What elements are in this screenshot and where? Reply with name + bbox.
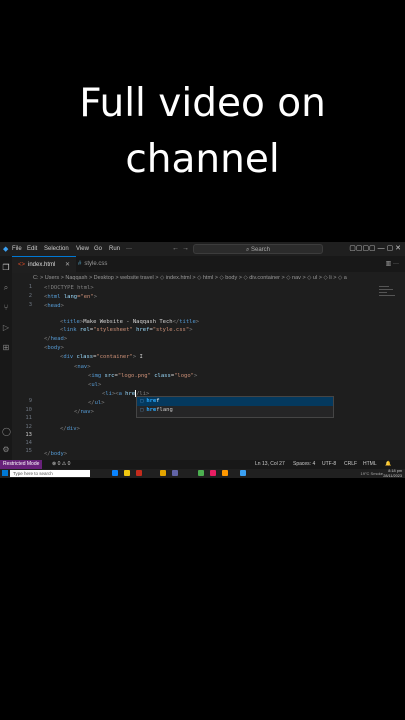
tab-label: style.css <box>84 261 108 267</box>
nav-forward-icon[interactable]: → <box>182 245 189 252</box>
code-line-nav-close: </nav> <box>74 409 94 415</box>
indentation[interactable]: Spaces: 4 <box>293 460 315 469</box>
line-number-current: 13 <box>25 432 32 438</box>
code-line-body-close: </body> <box>44 451 68 457</box>
code-line-nav: <nav> <box>74 364 91 370</box>
close-icon[interactable]: ✕ <box>65 262 70 268</box>
minimap[interactable] <box>379 284 397 304</box>
extensions-icon[interactable]: ⊞ <box>2 344 10 352</box>
vscode-logo-icon: ◆ <box>3 246 9 253</box>
app-icon[interactable] <box>222 470 228 476</box>
code-line-1: <!DOCTYPE html> <box>44 285 94 291</box>
restricted-mode-badge[interactable]: Restricted Mode <box>0 460 43 469</box>
window-controls[interactable]: ▢▢▢▢ — ▢ ✕ <box>349 244 401 252</box>
source-control-icon[interactable]: ⑂ <box>2 304 10 312</box>
html-file-icon: <> <box>18 262 26 268</box>
vscode-taskbar-icon[interactable] <box>240 470 246 476</box>
code-line-div: <div class="container"> I <box>60 354 143 360</box>
caption-line-2: channel <box>125 137 280 182</box>
line-number: 11 <box>25 415 32 421</box>
vscode-window: ◆ File Edit Selection View Go Run ··· ← … <box>0 242 405 478</box>
suggestion-hreflang[interactable]: ⬚ hreflang <box>137 406 333 415</box>
code-line-link: <link rel="stylesheet" href="style.css"> <box>60 327 193 333</box>
editor-tabs: <> index.html ✕ # style.css ▥ ··· <box>12 256 405 273</box>
line-number: 14 <box>25 440 32 446</box>
caption-line-1: Full video on <box>79 81 326 126</box>
run-debug-icon[interactable]: ▷ <box>2 324 10 332</box>
cursor-position[interactable]: Ln 13, Col 27 <box>255 460 285 469</box>
line-number: 1 <box>28 284 32 290</box>
tab-style-css[interactable]: # style.css <box>72 256 113 272</box>
windows-start-icon[interactable] <box>2 470 8 476</box>
encoding[interactable]: UTF-8 <box>322 460 336 469</box>
tab-index-html[interactable]: <> index.html ✕ <box>12 256 77 273</box>
menu-go[interactable]: Go <box>94 246 102 252</box>
tab-label: index.html <box>28 262 56 268</box>
menu-view[interactable]: View <box>76 246 89 252</box>
line-number: 12 <box>25 424 32 430</box>
app-icon[interactable] <box>210 470 216 476</box>
app-icon[interactable] <box>198 470 204 476</box>
editor-actions[interactable]: ▥ ··· <box>386 260 399 267</box>
language-mode[interactable]: HTML <box>363 460 377 469</box>
settings-gear-icon[interactable]: ⚙ <box>2 446 10 454</box>
account-icon[interactable]: ◯ <box>2 428 11 436</box>
css-file-icon: # <box>78 261 82 267</box>
status-bar: Restricted Mode ⊗ 0 ⚠ 0 Ln 13, Col 27 Sp… <box>0 460 405 469</box>
nav-back-icon[interactable]: ← <box>172 245 179 252</box>
code-line-3: <head> <box>44 303 64 309</box>
suggestion-href[interactable]: ⬚ href <box>137 397 333 406</box>
title-bar: ◆ File Edit Selection View Go Run ··· ← … <box>0 242 405 256</box>
weather-widget[interactable]: 19°C Smoke <box>361 469 384 478</box>
activity-bar: ❐ ⌕ ⑂ ▷ ⊞ ◯ ⚙ <box>0 256 12 460</box>
system-clock[interactable]: 8:18 pm 28/11/2023 <box>383 469 402 478</box>
line-number-gutter: 1 2 3 9 10 11 12 13 14 15 <box>12 284 34 460</box>
code-line-body: <body> <box>44 345 64 351</box>
taskbar-search-box[interactable]: Type here to search <box>10 470 90 477</box>
line-number: 15 <box>25 448 32 454</box>
code-line-img: <img src="logo.png" class="logo"> <box>88 373 198 379</box>
property-icon: ⬚ <box>140 398 144 404</box>
search-placeholder: Search <box>251 247 271 253</box>
line-number: 9 <box>28 398 32 404</box>
menu-selection[interactable]: Selection <box>44 246 69 252</box>
command-search-box[interactable]: ⌕ Search <box>193 244 323 254</box>
line-number: 10 <box>25 407 32 413</box>
code-line-ul-close: </ul> <box>88 400 105 406</box>
app-icon[interactable] <box>136 470 142 476</box>
line-ending[interactable]: CRLF <box>344 460 357 469</box>
code-line-head-close: </head> <box>44 336 68 342</box>
line-number: 2 <box>28 293 32 299</box>
menu-run[interactable]: Run <box>109 246 120 252</box>
code-line-2: <html lang="en"> <box>44 294 97 300</box>
windows-taskbar: Type here to search 19°C Smoke 8:18 pm 28… <box>0 469 405 478</box>
search-view-icon[interactable]: ⌕ <box>2 284 10 292</box>
property-icon: ⬚ <box>140 407 144 413</box>
bell-icon[interactable]: 🔔 <box>385 460 391 469</box>
menu-file[interactable]: File <box>12 246 22 252</box>
code-line-div-close: </div> <box>60 426 80 432</box>
edge-app-icon[interactable] <box>112 470 118 476</box>
explorer-icon[interactable]: ❐ <box>2 264 10 272</box>
app-icon[interactable] <box>172 470 178 476</box>
line-number: 3 <box>28 302 32 308</box>
app-icon[interactable] <box>160 470 166 476</box>
menu-edit[interactable]: Edit <box>27 246 37 252</box>
breadcrumb[interactable]: C: > Users > Naqqash > Desktop > website… <box>12 273 405 283</box>
menu-more[interactable]: ··· <box>126 246 132 252</box>
file-explorer-icon[interactable] <box>124 470 130 476</box>
autocomplete-popup: ⬚ href ⬚ hreflang <box>136 396 334 418</box>
code-editor[interactable]: <!DOCTYPE html> <html lang="en"> <head> … <box>44 284 374 460</box>
code-line-ul: <ul> <box>88 382 102 388</box>
problems-indicator[interactable]: ⊗ 0 ⚠ 0 <box>52 460 70 469</box>
